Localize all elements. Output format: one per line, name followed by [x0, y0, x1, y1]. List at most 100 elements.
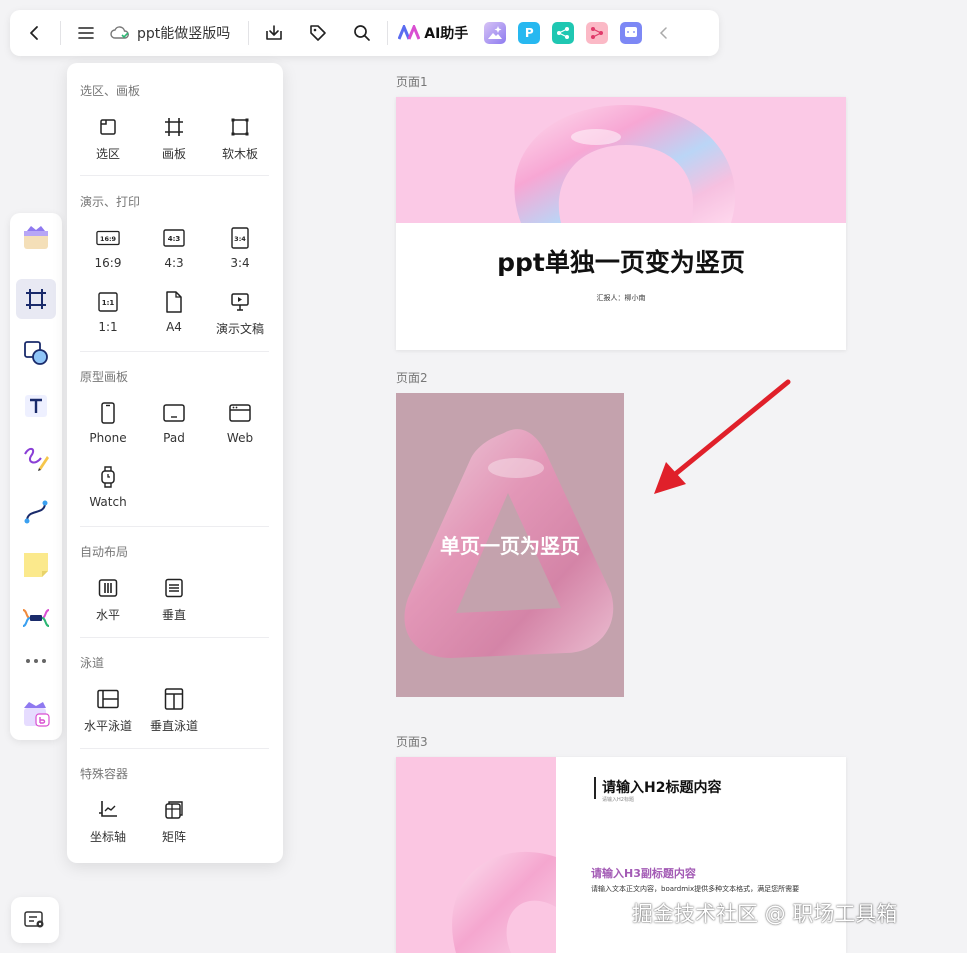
chevron-left-icon	[660, 27, 668, 39]
curve-connector-icon	[24, 500, 48, 524]
option-matrix[interactable]: 矩阵	[141, 798, 207, 845]
chevron-left-icon	[30, 26, 38, 40]
back-button[interactable]	[20, 18, 50, 48]
section-title-swimlane: 泳道	[80, 656, 105, 670]
page-3-label[interactable]: 页面3	[396, 733, 428, 750]
page-2-label[interactable]: 页面2	[396, 369, 428, 386]
option-a4[interactable]: A4	[141, 290, 207, 334]
matrix-icon	[162, 798, 186, 822]
page-3-heading-sub: 请输入H2标题	[602, 797, 634, 803]
chat-plugin-button[interactable]	[620, 22, 643, 44]
option-selection[interactable]: 选区	[75, 115, 141, 162]
option-presentation[interactable]: 演示文稿	[207, 290, 273, 337]
page-3-heading: 请输入H2标题内容	[602, 780, 722, 796]
ratio-16-9-icon: 16:9	[96, 226, 120, 250]
boardmix-ai-tool[interactable]	[16, 694, 56, 734]
section-title-prototype: 原型画板	[80, 370, 129, 384]
pen-tool[interactable]	[16, 439, 56, 479]
plugin-p-label: P	[524, 26, 534, 40]
frame-icon	[162, 115, 186, 139]
ratio-badge-text: 16:9	[100, 235, 117, 243]
option-label: 矩阵	[161, 830, 186, 844]
text-tool[interactable]	[16, 386, 56, 426]
share-nodes-icon	[557, 27, 570, 39]
horizontal-layout-icon	[96, 576, 120, 600]
shapes-icon	[24, 341, 48, 365]
frame-options-panel: 选区、画板 选区 画板 软木板 演示、打印 16:9 16:9 4:3 4:3 …	[67, 63, 283, 863]
ratio-1-1-icon: 1:1	[96, 290, 120, 314]
browser-window-icon	[228, 401, 252, 425]
option-label: 水平泳道	[83, 719, 132, 733]
axis-chart-icon	[96, 798, 120, 822]
option-label: Pad	[163, 431, 185, 445]
frame-icon	[26, 289, 46, 309]
heading-accent-bar	[594, 777, 596, 799]
templates-tool[interactable]	[16, 218, 56, 258]
mindmap-plugin-button[interactable]	[552, 22, 575, 44]
page-3-body: 请输入文本正文内容，boardmix提供多种文本格式，满足您所需要	[591, 885, 800, 893]
document-page-icon	[162, 290, 186, 314]
tablet-icon	[162, 401, 186, 425]
option-axis[interactable]: 坐标轴	[75, 798, 141, 845]
pen-scribble-icon	[24, 448, 49, 471]
section-title-present-print: 演示、打印	[80, 195, 141, 209]
sticky-note-tool[interactable]	[16, 545, 56, 585]
shape-tool[interactable]	[16, 333, 56, 373]
mindmap-tool[interactable]	[16, 598, 56, 638]
option-label: 垂直	[161, 608, 186, 622]
option-phone[interactable]: Phone	[75, 401, 141, 445]
option-vertical-swimlane[interactable]: 垂直泳道	[141, 687, 207, 734]
download-button[interactable]	[259, 18, 289, 48]
menu-button[interactable]	[71, 18, 101, 48]
connector-tool[interactable]	[16, 492, 56, 532]
option-watch[interactable]: Watch	[75, 465, 141, 509]
text-icon	[25, 395, 47, 417]
page-2-slide[interactable]: 单页一页为竖页	[396, 393, 624, 697]
ratio-3-4-icon: 3:4	[228, 226, 252, 250]
option-label: 1:1	[98, 320, 118, 334]
option-corkboard[interactable]: 软木板	[207, 115, 273, 162]
minimap-button[interactable]	[11, 897, 59, 943]
ratio-badge-text: 4:3	[168, 235, 181, 243]
image-ai-plugin[interactable]	[484, 22, 507, 44]
page-3-subheading: 请输入H3副标题内容	[591, 867, 696, 880]
option-label: 选区	[95, 147, 120, 161]
page-1-slide[interactable]: ppt单独一页变为竖页 汇报人：柳小南	[396, 97, 846, 350]
option-4-3[interactable]: 4:3 4:3	[141, 226, 207, 270]
section-title-special-container: 特殊容器	[80, 767, 129, 781]
magic-box-icon	[24, 702, 50, 727]
download-icon	[266, 25, 283, 40]
option-vertical[interactable]: 垂直	[141, 576, 207, 623]
collapse-toolbar-button[interactable]	[652, 18, 676, 48]
option-1-1[interactable]: 1:1 1:1	[75, 290, 141, 334]
tag-button[interactable]	[303, 18, 333, 48]
vertical-layout-icon	[162, 576, 186, 600]
search-button[interactable]	[347, 18, 377, 48]
divider	[387, 21, 389, 45]
option-artboard[interactable]: 画板	[141, 115, 207, 162]
document-title[interactable]: ppt能做竖版吗	[109, 23, 230, 43]
corkboard-icon	[228, 115, 252, 139]
page-1-subtitle: 汇报人：柳小南	[596, 294, 646, 302]
ratio-badge-text: 3:4	[234, 235, 246, 243]
page-1-hero-image	[396, 97, 846, 223]
page-1-label[interactable]: 页面1	[396, 73, 428, 90]
ratio-badge-text: 1:1	[102, 299, 115, 307]
option-web[interactable]: Web	[207, 401, 273, 445]
option-horizontal-swimlane[interactable]: 水平泳道	[75, 687, 141, 734]
option-3-4[interactable]: 3:4 3:4	[207, 226, 273, 270]
frame-tool[interactable]	[16, 279, 56, 319]
hamburger-icon	[78, 27, 94, 39]
section-title-auto-layout: 自动布局	[80, 545, 129, 559]
plugin-p-button[interactable]: P	[518, 22, 541, 44]
option-pad[interactable]: Pad	[141, 401, 207, 445]
flow-plugin-button[interactable]	[586, 22, 609, 44]
horizontal-swimlane-icon	[96, 687, 120, 711]
option-horizontal[interactable]: 水平	[75, 576, 141, 623]
left-toolbar	[10, 213, 62, 740]
more-tools-button[interactable]	[16, 641, 56, 681]
page-3-side-image	[396, 757, 556, 953]
option-16-9[interactable]: 16:9 16:9	[75, 226, 141, 270]
ai-assistant-button[interactable]: AI助手	[398, 23, 468, 43]
page-2-title: 单页一页为竖页	[440, 534, 580, 558]
